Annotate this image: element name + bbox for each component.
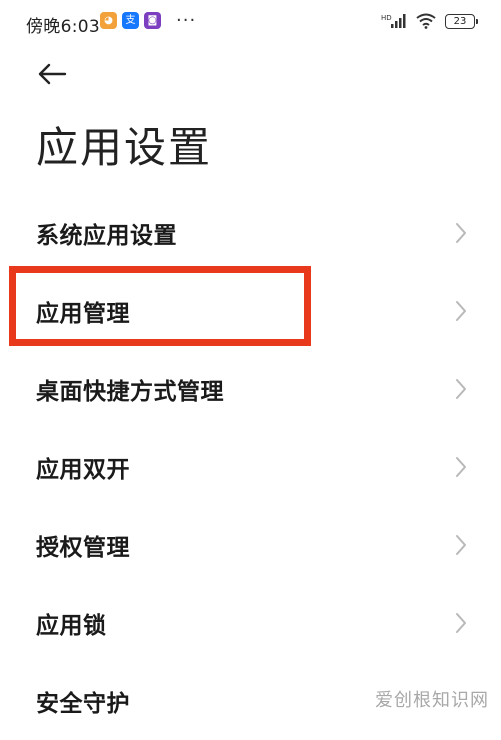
menu-item-label: 应用管理: [36, 301, 130, 327]
battery-level: 23: [453, 15, 467, 27]
menu-item-label: 系统应用设置: [36, 223, 177, 249]
settings-menu: 系统应用设置 应用管理 桌面快捷方式管理 应用双开 授权管理 应用锁 安全守护: [0, 194, 501, 740]
menu-item-app-management[interactable]: 应用管理: [0, 272, 501, 350]
chevron-right-icon: [456, 223, 466, 243]
more-notifications-icon: ···: [176, 10, 197, 31]
chevron-right-icon: [456, 457, 466, 477]
status-time: 傍晚6:03: [26, 17, 100, 37]
battery-icon: 23: [445, 13, 478, 29]
chevron-right-icon: [456, 301, 466, 321]
menu-item-label: 安全守护: [36, 691, 130, 717]
arrow-left-icon: [38, 63, 67, 85]
menu-item-permission-management[interactable]: 授权管理: [0, 506, 501, 584]
chevron-right-icon: [456, 535, 466, 555]
notification-icons: ◕ 支 ◙: [100, 12, 161, 29]
menu-item-system-app-settings[interactable]: 系统应用设置: [0, 194, 501, 272]
alipay-app-icon: 支: [122, 12, 139, 29]
menu-item-dual-apps[interactable]: 应用双开: [0, 428, 501, 506]
watermark-text: 爱创根知识网: [375, 690, 489, 711]
wifi-icon: [416, 13, 436, 29]
menu-item-label: 应用双开: [36, 457, 130, 483]
purple-app-icon: ◙: [144, 12, 161, 29]
chevron-right-icon: [456, 379, 466, 399]
menu-item-label: 授权管理: [36, 535, 130, 561]
status-bar: 傍晚6:03 ◕ 支 ◙ ··· HD 23: [0, 0, 501, 46]
page-title: 应用设置: [36, 123, 213, 172]
signal-hd-label: HD: [381, 14, 392, 22]
menu-item-desktop-shortcut-management[interactable]: 桌面快捷方式管理: [0, 350, 501, 428]
emoji-app-icon: ◕: [100, 12, 117, 29]
menu-item-label: 应用锁: [36, 613, 107, 639]
chevron-right-icon: [456, 613, 466, 633]
system-icons: HD 23: [381, 13, 478, 29]
back-button[interactable]: [34, 58, 70, 90]
signal-icon: HD: [381, 14, 406, 28]
menu-item-app-lock[interactable]: 应用锁: [0, 584, 501, 662]
menu-item-label: 桌面快捷方式管理: [36, 379, 224, 405]
